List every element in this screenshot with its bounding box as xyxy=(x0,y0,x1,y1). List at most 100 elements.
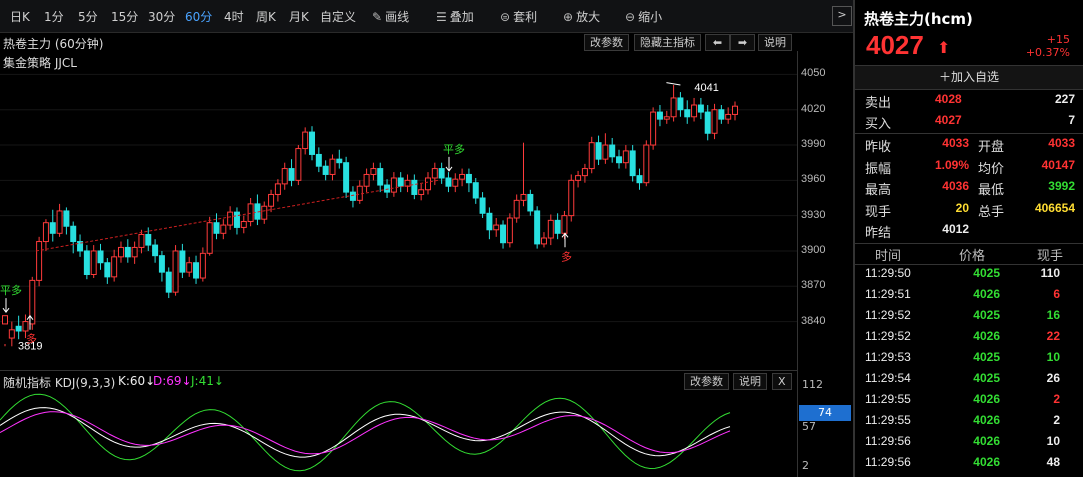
tick-price: 4025 xyxy=(973,371,1000,385)
zoom-out-button[interactable]: ⊖ 缩小 xyxy=(625,8,662,25)
candle xyxy=(534,206,541,249)
candle xyxy=(70,221,77,254)
hide-indicator-button[interactable]: 隐藏主指标 xyxy=(634,34,701,51)
tick-price: 4025 xyxy=(973,308,1000,322)
tick-row: 11:29:52 4026 22 xyxy=(855,329,1083,350)
signal-marker: 平多 xyxy=(0,283,22,313)
kdj-current-value: 74 xyxy=(799,405,851,421)
tick-row: 11:29:56 4026 10 xyxy=(855,434,1083,455)
period-weekly[interactable]: 周K xyxy=(256,8,276,25)
last-price: 4027 xyxy=(866,30,924,60)
candle xyxy=(261,201,268,224)
price-tick: 3870 xyxy=(801,279,826,292)
chevron-right-icon[interactable]: > xyxy=(832,6,852,26)
tick-row: 11:29:54 4025 26 xyxy=(855,371,1083,392)
kdj-j-value: J:41↓ xyxy=(191,374,224,388)
tick-volume: 110 xyxy=(1040,266,1060,280)
kdj-k-value: K:60↓ xyxy=(118,374,156,388)
stat-value: 20 xyxy=(955,200,969,215)
stat-label: 开盘 xyxy=(978,140,1005,155)
up-arrow-icon: ⬆ xyxy=(937,38,951,57)
tick-price: 4026 xyxy=(973,413,1000,427)
signal-marker: 多 xyxy=(561,232,572,263)
plus-icon: ＋ xyxy=(938,70,951,84)
stat-label: 均价 xyxy=(978,161,1005,177)
stat-row: 最高 4036 最低 3992 xyxy=(855,179,1083,200)
candle xyxy=(588,136,595,174)
zoom-in-button[interactable]: ⊕ 放大 xyxy=(563,8,600,25)
candle xyxy=(165,267,172,299)
period-custom[interactable]: 自定义 xyxy=(320,8,356,25)
period-daily[interactable]: 日K xyxy=(10,8,30,25)
draw-line-button[interactable]: ✎ 画线 xyxy=(372,8,409,25)
tick-time: 11:29:55 xyxy=(865,413,911,427)
period-30min[interactable]: 30分 xyxy=(148,8,175,25)
kdj-d-value: D:69↓ xyxy=(153,374,192,388)
indicator-edit-params-button[interactable]: 改参数 xyxy=(684,373,729,390)
edit-params-button[interactable]: 改参数 xyxy=(584,34,629,51)
indicator-explain-button[interactable]: 说明 xyxy=(733,373,767,390)
period-15min[interactable]: 15分 xyxy=(111,8,138,25)
bid-label: 买入 xyxy=(865,117,892,132)
bag-icon: ⊜ xyxy=(500,10,511,24)
tick-row: 11:29:55 4026 2 xyxy=(855,392,1083,413)
stat-value: 4033 xyxy=(1048,136,1075,150)
candle xyxy=(540,232,547,248)
ticks-header: 时间 价格 现手 xyxy=(855,245,1083,266)
candle xyxy=(377,162,384,193)
tick-price: 4026 xyxy=(973,287,1000,301)
candle xyxy=(315,147,322,173)
candle xyxy=(329,154,336,181)
price-tick: 3900 xyxy=(801,243,826,256)
candle xyxy=(424,172,431,195)
bid-volume: 7 xyxy=(1068,113,1075,127)
arrow-left-icon[interactable]: ⬅ xyxy=(705,34,730,51)
stat-label: 现手 xyxy=(865,204,892,220)
candle xyxy=(370,162,377,181)
period-1min[interactable]: 1分 xyxy=(44,8,64,25)
chart-header: 热卷主力 (60分钟) 改参数 隐藏主指标 ⬅ ➡ 说明 xyxy=(0,33,797,51)
tick-row: 11:29:51 4026 6 xyxy=(855,287,1083,308)
tick-row: 11:29:55 4026 2 xyxy=(855,413,1083,434)
period-4h[interactable]: 4时 xyxy=(224,8,244,25)
candle xyxy=(616,149,623,169)
period-monthly[interactable]: 月K xyxy=(289,8,309,25)
stat-value: 3992 xyxy=(1048,179,1075,193)
svg-text:平多: 平多 xyxy=(0,283,22,297)
candle xyxy=(29,276,36,330)
candle xyxy=(186,256,193,277)
stat-label: 总手 xyxy=(978,204,1005,220)
arbitrage-button[interactable]: ⊜ 套利 xyxy=(500,8,537,25)
tick-row: 11:29:56 4026 48 xyxy=(855,455,1083,476)
stat-value: 40147 xyxy=(1041,157,1075,172)
arrow-right-icon[interactable]: ➡ xyxy=(730,34,755,51)
stat-value: 406654 xyxy=(1034,200,1075,215)
overlay-button[interactable]: ☰ 叠加 xyxy=(436,8,474,25)
tick-row: 11:29:50 4025 110 xyxy=(855,266,1083,287)
candle xyxy=(656,105,663,127)
candle xyxy=(83,245,90,280)
candle xyxy=(390,172,397,197)
candle xyxy=(527,189,534,216)
explain-button[interactable]: 说明 xyxy=(758,34,792,51)
candle xyxy=(356,180,363,204)
indicator-name: 随机指标 KDJ(9,3,3) xyxy=(3,376,116,390)
indicator-close-button[interactable]: X xyxy=(772,373,792,390)
period-5min[interactable]: 5分 xyxy=(78,8,98,25)
candle xyxy=(411,174,418,200)
period-60min[interactable]: 60分 xyxy=(185,8,212,25)
add-watchlist-button[interactable]: ＋加入自选 xyxy=(855,65,1083,90)
candle xyxy=(220,219,227,240)
tick-volume: 10 xyxy=(1046,350,1060,364)
tick-price: 4026 xyxy=(973,392,1000,406)
signal-marker: 平多 xyxy=(443,142,465,172)
candle xyxy=(179,243,186,279)
candle xyxy=(42,219,49,251)
candle xyxy=(459,168,466,187)
tick-row: 11:29:53 4025 10 xyxy=(855,350,1083,371)
ticks-price-header: 价格 xyxy=(959,249,986,264)
candle xyxy=(711,103,718,140)
candlestick-chart[interactable]: 40413819平多多平多多 xyxy=(0,51,797,369)
tick-price: 4026 xyxy=(973,455,1000,469)
candle xyxy=(643,140,650,187)
